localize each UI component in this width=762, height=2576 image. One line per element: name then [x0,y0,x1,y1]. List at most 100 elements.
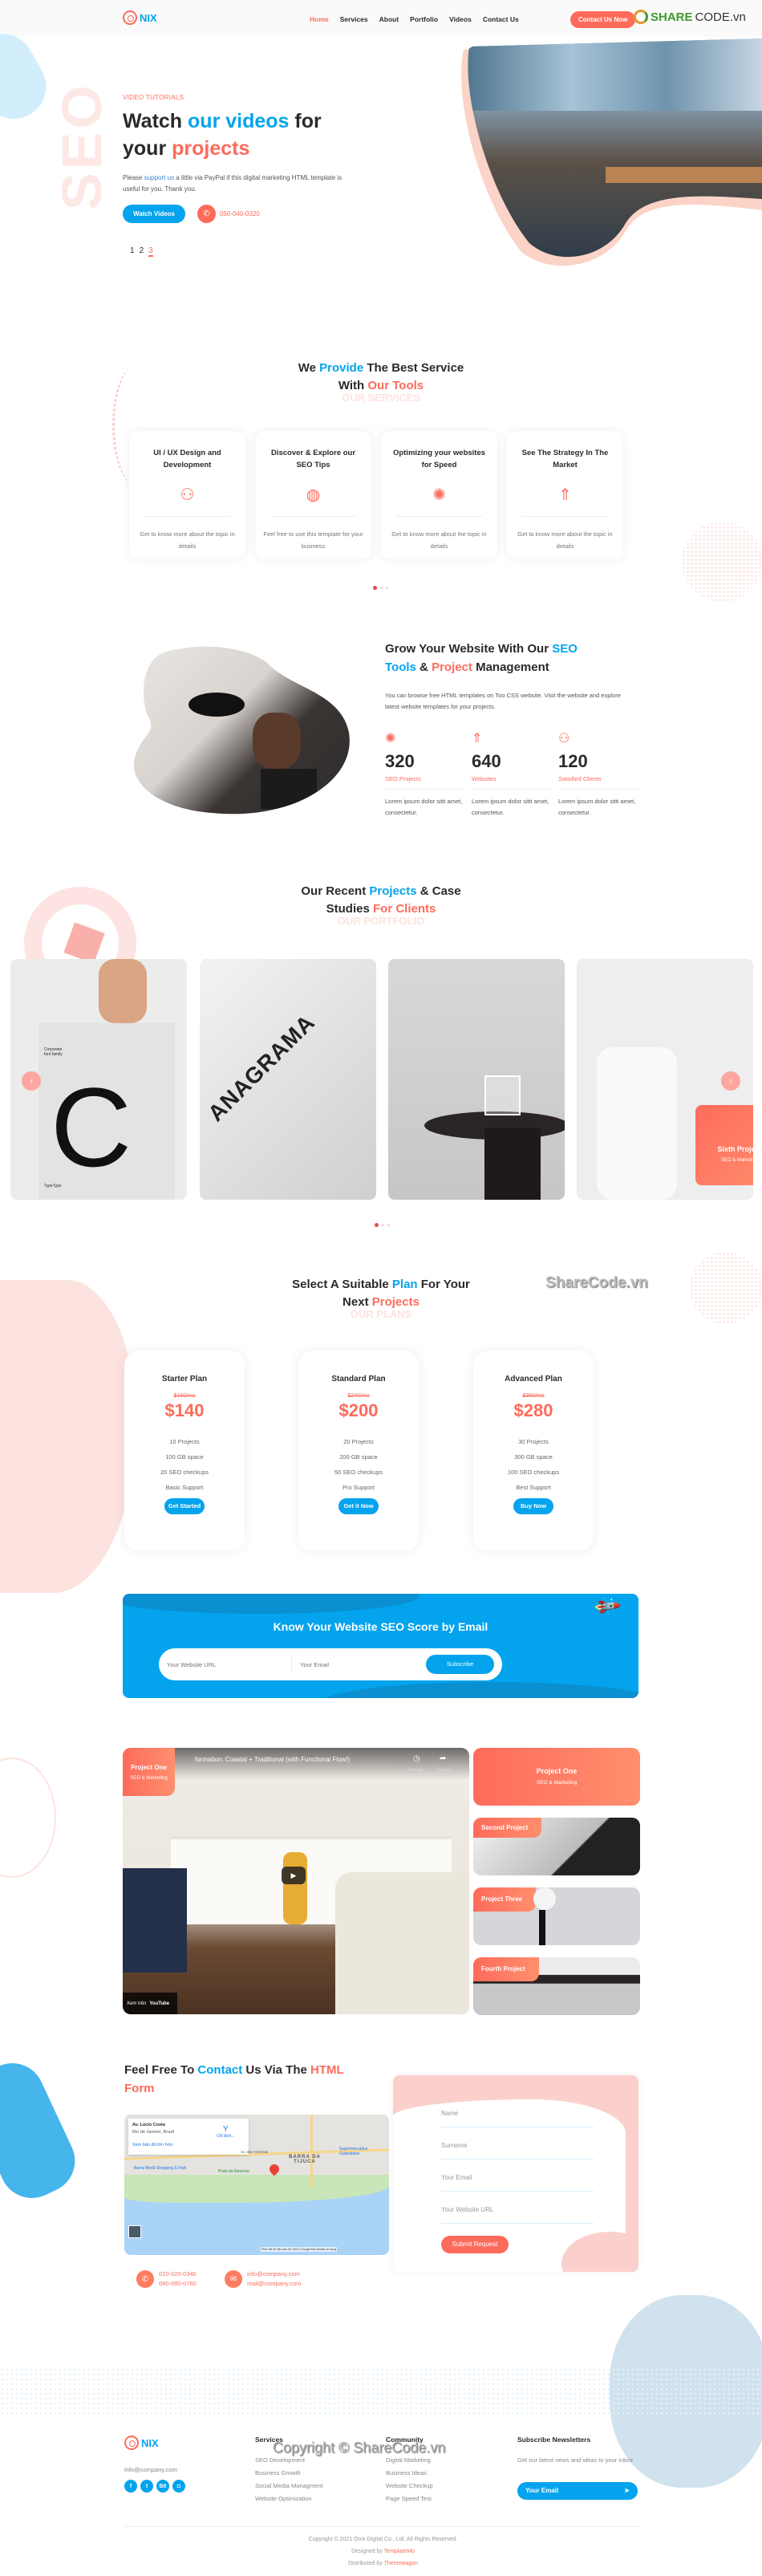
decor-dot-pattern [690,1252,762,1324]
watch-later-icon[interactable]: ◷ [413,1754,420,1763]
pricing-subtitle: OUR PLANS [350,1308,412,1320]
video-tab-project-three[interactable]: Project Three [473,1887,640,1945]
carousel-dot[interactable] [375,1223,379,1227]
get-started-button[interactable]: Get Started [164,1498,205,1514]
video-tab-second-project[interactable]: Second Project [473,1818,640,1875]
email-input[interactable] [292,1660,424,1668]
contact-emails: ✉ info@company.com mail@company.com [225,2269,302,2289]
support-us-link[interactable]: support us [144,174,174,181]
send-icon[interactable]: ➤ [624,2482,630,2500]
decor-arc-lines [0,1757,56,1878]
submit-request-button[interactable]: Submit Request [441,2236,509,2253]
hero-paragraph: Please support us a little via PayPal if… [123,174,342,193]
carousel-prev-button[interactable]: ‹ [22,1071,41,1091]
plan-card-advanced: Advanced Plan $360/mo $280 30 Projects 30… [473,1351,594,1551]
portfolio-card[interactable]: ANAGRAMA [200,959,376,1200]
video-tab-fourth-project[interactable]: Fourth Project [473,1957,640,2015]
buy-now-button[interactable]: Buy Now [513,1498,553,1514]
watch-on-youtube[interactable]: Xem trên YouTube [123,1993,177,2014]
watch-videos-button[interactable]: Watch Videos [123,205,185,223]
newsletter-email-input[interactable]: Your Email ➤ [517,2482,638,2500]
decor-blue-blob [0,2052,86,2209]
instagram-icon[interactable]: ◘ [172,2480,185,2493]
contact-title: Feel Free To Contact Us Via The HTML For… [124,2063,344,2095]
sharecode-watermark: ShareCode.vn [545,1274,648,1291]
templatemo-link[interactable]: TemplateMo [384,2549,415,2554]
footer-divider [124,2526,642,2527]
contact-us-now-button[interactable]: Contact Us Now [570,11,636,28]
carousel-dot[interactable] [382,1224,384,1226]
person-image [283,1852,307,1924]
website-url-input[interactable]: Your Website URL [441,2206,594,2224]
surname-input[interactable]: Surname [441,2142,594,2160]
twitter-icon[interactable]: t [140,2480,153,2493]
email-input[interactable]: Your Email [441,2174,594,2192]
directions-link[interactable]: Y Chỉ đườ... [217,2125,234,2139]
nav-home[interactable]: Home [310,15,329,23]
behance-icon[interactable]: Bē [156,2480,169,2493]
nav-videos[interactable]: Videos [449,15,472,23]
newsletter-text: Get our latest news and ideas to your in… [517,2456,634,2464]
footer-logo[interactable]: NIX [124,2436,159,2450]
page-2[interactable]: 2 [140,246,144,257]
stat-seo-projects: ✺ 320 SEO Projects Lorem ipsum dolor sit… [385,730,465,819]
carousel-next-button[interactable]: › [721,1071,740,1091]
footer-email[interactable]: info@company.com [124,2464,177,2476]
envelope-icon: ✉ [225,2270,242,2288]
carousel-dot[interactable] [380,587,383,589]
sharecode-watermark: SHARE CODE.vn [634,10,746,24]
carousel-dot[interactable] [387,1224,390,1226]
page-3[interactable]: 3 [148,246,153,257]
chair-image [123,1868,187,1973]
page-1[interactable]: 1 [130,246,135,257]
gift-box-icon: ✺ [385,732,396,746]
service-card[interactable]: Discover & Explore our SEO Tips ◍ Feel f… [255,431,371,559]
logo-icon [123,10,137,25]
chart-money-icon: ⚇ [558,732,570,746]
phone-icon: ✆ [197,205,216,223]
video-tab-project-one[interactable]: Project One SEO & Marketing [473,1748,640,1806]
hero-phone[interactable]: ✆ 050-040-0320 [197,205,260,223]
nav-services[interactable]: Services [340,15,368,23]
logo-icon [124,2436,139,2450]
portfolio-card[interactable] [388,959,565,1200]
copyright-watermark: Copyright © ShareCode.vn [273,2440,446,2456]
facebook-icon[interactable]: f [124,2480,137,2493]
contact-phones: ✆ 010-020-0340 090-080-0760 [136,2269,197,2289]
youtube-video-player[interactable]: formation: Coastal + Traditional (with F… [123,1748,469,2014]
about-title: Grow Your Website With Our SEO Tools & P… [385,642,578,674]
satellite-toggle[interactable] [128,2225,141,2238]
play-button[interactable]: ▶ [282,1867,306,1884]
google-map[interactable]: Av. Lúcio Costa Rio de Janeiro, Brazil X… [124,2115,389,2255]
get-it-now-button[interactable]: Get it Now [338,1498,379,1514]
carousel-dot[interactable] [373,586,377,590]
social-links: f t Bē ◘ [124,2480,185,2493]
seo-score-form: Subscribe [159,1648,502,1680]
nav-portfolio[interactable]: Portfolio [410,15,438,23]
hero-title: Watch our videos for your projects [123,110,322,160]
service-card[interactable]: See The Strategy In The Market ⇑ Get to … [507,431,623,559]
carousel-dot[interactable] [386,587,388,589]
decor-dot-pattern [682,522,762,602]
directions-icon: Y [222,2125,229,2134]
video-project-tag: Project One SEO & Marketing [123,1748,175,1796]
stat-satisfied-clients: ⚇ 120 Satisfied Clients Lorem ipsum dolo… [558,730,638,819]
themewagon-link[interactable]: Themewagon [384,2561,418,2566]
service-card[interactable]: UI / UX Design and Development ⚇ Get to … [129,431,245,559]
site-logo[interactable]: NIX [123,10,157,25]
service-card[interactable]: Optimizing your websites for Speed ✺ Get… [381,431,497,559]
nav-about[interactable]: About [379,15,399,23]
subscribe-button[interactable]: Subscribe [426,1655,494,1674]
share-icon[interactable]: ➦ [440,1754,446,1763]
name-input[interactable]: Name [441,2110,594,2127]
decor-dot-wave [0,2367,762,2416]
phone-icon: ✆ [136,2270,154,2288]
portfolio-carousel-dots [375,1223,390,1227]
hero-pagination: 1 2 3 [130,246,153,257]
website-url-input[interactable] [159,1660,291,1668]
portfolio-title: Our Recent Projects & Case Studies For C… [301,884,461,916]
nav-contact[interactable]: Contact Us [483,15,519,23]
youtube-logo-icon: YouTube [149,2001,170,2006]
globe-people-icon: ◍ [306,486,321,504]
larger-map-link[interactable]: Xem bản đồ lớn hơn [132,2143,245,2147]
